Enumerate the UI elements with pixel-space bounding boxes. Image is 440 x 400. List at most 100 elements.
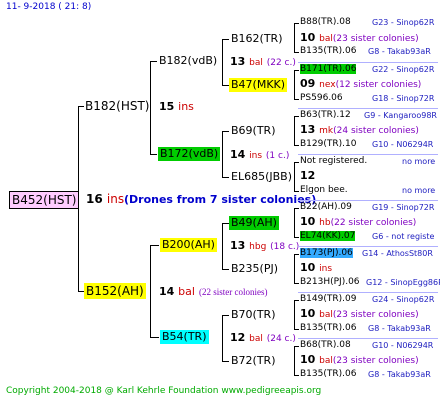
- gen3-queen[interactable]: EL685(JBB): [229, 170, 294, 184]
- gen4-queen[interactable]: B135(TR).06: [300, 369, 356, 379]
- connector: [294, 254, 295, 283]
- separator: [298, 246, 438, 247]
- connector: [294, 300, 295, 329]
- connector: [222, 177, 229, 178]
- gen3-stats: 10 ins: [300, 261, 333, 274]
- gen4-lineage: G23 - Sinop62R: [372, 18, 435, 27]
- gen4-queen[interactable]: B149(TR).09: [300, 294, 356, 304]
- gen4-queen[interactable]: EL74(KK).07: [300, 231, 356, 241]
- gen1-stats: 15 ins: [159, 100, 194, 113]
- gen3-queen[interactable]: B162(TR): [229, 32, 285, 46]
- gen4-queen[interactable]: PS596.06: [300, 93, 343, 103]
- gen2-stats: 14 ins (1 c.): [230, 148, 290, 161]
- gen4-lineage: G14 - AthosSt80R: [362, 249, 433, 258]
- gen3-queen[interactable]: B47(MKK): [229, 78, 288, 92]
- gen4-lineage: G9 - Kangaroo98R: [364, 111, 437, 120]
- connector: [222, 39, 223, 85]
- connector: [294, 191, 299, 192]
- connector: [294, 346, 295, 375]
- connector: [294, 329, 299, 330]
- gen4-lineage: G24 - Sinop62R: [372, 295, 435, 304]
- root-queen[interactable]: B452(HST): [9, 191, 80, 209]
- connector: [222, 223, 223, 269]
- connector: [294, 346, 299, 347]
- connector: [294, 99, 299, 100]
- gen4-lineage: G8 - Takab93aR: [368, 47, 431, 56]
- separator: [298, 338, 438, 339]
- gen3-stats: 10 bal(23 sister colonies): [300, 31, 419, 44]
- gen3-stats: 13 mk(24 sister colonies): [300, 123, 419, 136]
- gen4-queen[interactable]: Elgon bee.: [300, 185, 348, 195]
- gen3-queen[interactable]: B69(TR): [229, 124, 278, 138]
- connector: [294, 145, 299, 146]
- connector: [294, 162, 299, 163]
- gen1-queen[interactable]: B182(HST): [83, 98, 151, 114]
- connector: [150, 245, 159, 246]
- connector: [222, 269, 229, 270]
- gen4-queen[interactable]: B135(TR).06: [300, 323, 356, 333]
- gen4-queen[interactable]: B63(TR).12: [300, 110, 351, 120]
- gen3-queen[interactable]: B72(TR): [229, 354, 278, 368]
- connector: [222, 85, 229, 86]
- gen2-queen[interactable]: B182(vdB): [157, 54, 219, 68]
- gen4-queen[interactable]: B213H(PJ).06: [300, 277, 360, 287]
- gen4-lineage: G18 - Sinop72R: [372, 94, 435, 103]
- separator: [298, 62, 438, 63]
- gen4-queen[interactable]: Not registered.: [300, 156, 367, 166]
- gen4-queen[interactable]: B22(AH).09: [300, 202, 352, 212]
- gen4-lineage: G22 - Sinop62R: [372, 65, 435, 74]
- gen3-queen[interactable]: B70(TR): [229, 308, 278, 322]
- gen4-queen[interactable]: B68(TR).08: [300, 340, 351, 350]
- connector: [294, 116, 299, 117]
- connector: [222, 39, 229, 40]
- connector: [294, 70, 295, 99]
- gen2-queen[interactable]: B54(TR): [160, 330, 209, 344]
- root-stats: 16 ins: [86, 192, 124, 206]
- connector: [222, 131, 223, 177]
- root-drones-note: (Drones from 7 sister colonies): [124, 193, 317, 206]
- gen4-lineage: G19 - Sinop72R: [372, 203, 435, 212]
- gen3-stats: 12: [300, 169, 316, 182]
- gen4-queen[interactable]: B88(TR).08: [300, 17, 351, 27]
- connector: [294, 254, 299, 255]
- connector: [222, 315, 229, 316]
- gen3-queen[interactable]: B235(PJ): [229, 262, 280, 276]
- gen4-lineage: no more: [402, 157, 436, 166]
- connector: [294, 208, 295, 237]
- connector: [294, 208, 299, 209]
- date-stamp: 11- 9-2018 ( 21: 8): [6, 2, 92, 12]
- gen4-queen[interactable]: B129(TR).10: [300, 139, 356, 149]
- separator: [298, 292, 438, 293]
- gen2-stats: 13 bal (22 c.): [230, 55, 296, 68]
- gen2-queen[interactable]: B172(vdB): [158, 147, 221, 161]
- gen4-queen[interactable]: B171(TR).06: [300, 64, 357, 74]
- connector: [222, 315, 223, 361]
- gen1-queen[interactable]: B152(AH): [84, 283, 146, 299]
- gen4-lineage: G8 - Takab93aR: [368, 370, 431, 379]
- gen2-stats: 13 hbg (18 c.): [230, 239, 300, 252]
- connector: [150, 154, 157, 155]
- gen3-stats: 10 hb(22 sister colonies): [300, 215, 417, 228]
- gen3-queen[interactable]: B49(AH): [229, 216, 279, 230]
- connector: [150, 61, 157, 62]
- connector: [294, 23, 295, 52]
- connector: [294, 23, 299, 24]
- connector: [294, 52, 299, 53]
- root-suffix: ins: [106, 192, 125, 206]
- connector: [222, 131, 229, 132]
- gen2-queen[interactable]: B200(AH): [160, 238, 217, 252]
- root-number: 16: [86, 192, 103, 206]
- connector: [294, 116, 295, 145]
- gen4-lineage: G8 - Takab93aR: [368, 324, 431, 333]
- gen4-lineage: G12 - SinopEgg86R: [366, 278, 440, 287]
- separator: [298, 108, 438, 109]
- gen4-queen[interactable]: B173(PJ).06: [300, 248, 353, 258]
- gen4-queen[interactable]: B135(TR).06: [300, 46, 356, 56]
- gen4-lineage: G10 - N06294R: [372, 341, 434, 350]
- separator: [298, 154, 438, 155]
- gen2-stats: 12 bal (24 c.): [230, 331, 296, 344]
- gen4-lineage: no more: [402, 186, 436, 195]
- copyright-footer: Copyright 2004-2018 @ Karl Kehrle Founda…: [6, 386, 322, 396]
- gen1-stats: 14 bal: [159, 285, 195, 298]
- gen1-sister-note: (22 sister colonies): [199, 287, 268, 297]
